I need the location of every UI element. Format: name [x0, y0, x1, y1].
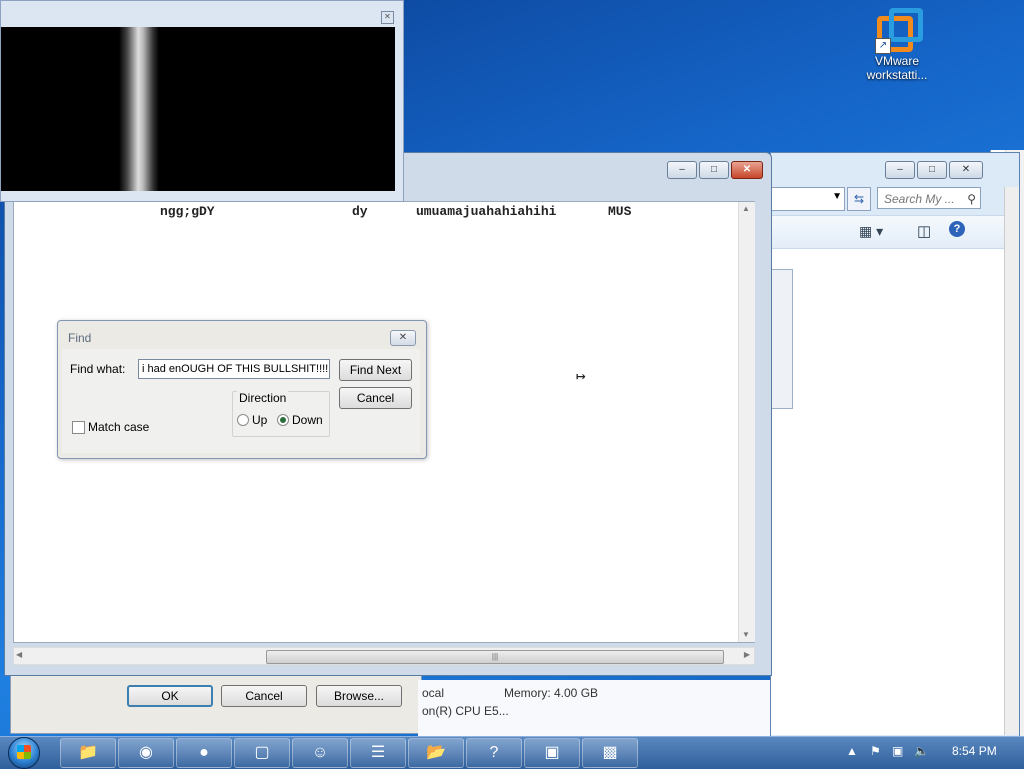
help-icon[interactable]: ? — [466, 738, 522, 768]
explorer-toolbar: ▦ ▾ ◫ ? — [771, 215, 1007, 249]
down-label: Down — [292, 413, 323, 427]
cancel-button[interactable]: Cancel — [339, 387, 412, 409]
firefox-icon[interactable]: ● — [176, 738, 232, 768]
browse-button[interactable]: Browse... — [316, 685, 402, 707]
control-panel-icon[interactable]: ▣ — [524, 738, 580, 768]
domain-text: ocal — [422, 686, 445, 700]
action-center-icon[interactable]: ⚑ — [870, 744, 881, 758]
start-button[interactable] — [4, 736, 46, 769]
find-next-button[interactable]: Find Next — [339, 359, 412, 381]
search-placeholder: Search My ... — [884, 192, 955, 206]
dialog-title: Find — [68, 331, 92, 345]
clock[interactable]: 8:54 PM — [952, 744, 997, 758]
windows-logo-icon — [8, 737, 40, 769]
explorer-content — [771, 249, 1007, 735]
scroll-down-icon[interactable]: ▼ — [742, 630, 750, 639]
maximize-button[interactable]: □ — [917, 161, 947, 179]
notepad-icon[interactable]: ☰ — [350, 738, 406, 768]
refresh-icon[interactable]: ⇆ — [847, 187, 871, 211]
cancel-button[interactable]: Cancel — [221, 685, 307, 707]
video-canvas — [1, 27, 395, 191]
find-dialog-body: Find what: i had enOUGH OF THIS BULLSHIT… — [62, 349, 420, 453]
inner-panel — [771, 269, 793, 409]
vertical-scrollbar[interactable]: ▲ ▼ — [738, 202, 755, 642]
maximize-button[interactable]: □ — [699, 161, 729, 179]
remote-desktop-icon[interactable]: ▩ — [582, 738, 638, 768]
properties-dialog: OK Cancel Browse... — [10, 672, 422, 734]
light-beam — [119, 27, 159, 191]
scroll-left-icon[interactable]: ◀ — [16, 650, 22, 659]
close-icon[interactable]: ✕ — [381, 11, 394, 24]
find-what-input[interactable]: i had enOUGH OF THIS BULLSHIT!!!! — [138, 359, 330, 379]
help-icon[interactable]: ? — [949, 221, 965, 237]
vmware-icon: ↗ — [873, 6, 923, 54]
show-hidden-icons[interactable]: ▲ — [846, 744, 858, 758]
up-label: Up — [252, 413, 268, 427]
memory-text: Memory: 4.00 GB — [504, 686, 599, 700]
system-tray: ▲ ⚑ ▣ 🔈 8:54 PM — [840, 736, 1024, 768]
close-button[interactable]: ✕ — [731, 161, 763, 179]
preview-pane-icon[interactable]: ◫ — [917, 222, 931, 240]
search-icon: ⚲ — [967, 192, 976, 206]
vmware-desktop-shortcut[interactable]: ↗ VMware workstatti... — [858, 6, 936, 92]
network-icon[interactable]: ▣ — [892, 744, 903, 758]
view-options-icon[interactable]: ▦ ▾ — [859, 223, 883, 240]
search-input[interactable]: Search My ... ⚲ — [877, 187, 981, 209]
find-dialog: Find ✕ Find what: i had enOUGH OF THIS B… — [57, 320, 427, 459]
explorer-window: – □ ✕ ▼ ⇆ Search My ... ⚲ ▦ ▾ ◫ ? — [770, 152, 1020, 738]
explorer-icon[interactable]: 📁 — [60, 738, 116, 768]
volume-icon[interactable]: 🔈 — [914, 744, 929, 758]
chevron-down-icon[interactable]: ▼ — [832, 191, 842, 202]
close-button[interactable]: ✕ — [390, 330, 416, 346]
computer-info-panel: ocal Memory: 4.00 GB on(R) CPU E5... — [418, 680, 770, 736]
minimize-button[interactable]: – — [885, 161, 915, 179]
match-case-label: Match case — [88, 420, 150, 434]
close-button[interactable]: ✕ — [949, 161, 983, 179]
address-bar[interactable]: ▼ — [771, 187, 845, 211]
vmware-icon[interactable]: ▢ — [234, 738, 290, 768]
horizontal-scrollbar[interactable]: ◀ ||| ▶ — [13, 647, 755, 665]
find-what-label: Find what: — [70, 362, 126, 376]
text-fragment: umuamajuahahiahihi — [416, 204, 557, 219]
chrome-icon[interactable]: ◉ — [118, 738, 174, 768]
video-window: ✕ — [0, 0, 404, 202]
folder-icon[interactable]: 📂 — [408, 738, 464, 768]
ok-button[interactable]: OK — [127, 685, 213, 707]
discord-icon[interactable]: ☺ — [292, 738, 348, 768]
direction-label: Direction — [237, 391, 289, 405]
match-case-checkbox[interactable] — [72, 421, 85, 434]
text-fragment: ngg;gDY — [160, 204, 215, 219]
shortcut-arrow-icon: ↗ — [875, 38, 891, 54]
scroll-right-icon[interactable]: ▶ — [744, 650, 750, 659]
direction-down-radio[interactable] — [277, 414, 289, 426]
direction-up-radio[interactable] — [237, 414, 249, 426]
explorer-scrollbar[interactable] — [1004, 187, 1019, 735]
scroll-up-icon[interactable]: ▲ — [742, 204, 750, 213]
text-cursor-icon: ↦ — [576, 366, 586, 385]
vmware-shortcut-label: VMware workstatti... — [866, 54, 928, 82]
cpu-text: on(R) CPU E5... — [422, 704, 509, 718]
minimize-button[interactable]: – — [667, 161, 697, 179]
scroll-thumb[interactable]: ||| — [266, 650, 724, 664]
text-fragment: MUS — [608, 204, 632, 219]
text-fragment: dy — [352, 204, 368, 219]
direction-group: Direction Up Down — [232, 391, 330, 437]
